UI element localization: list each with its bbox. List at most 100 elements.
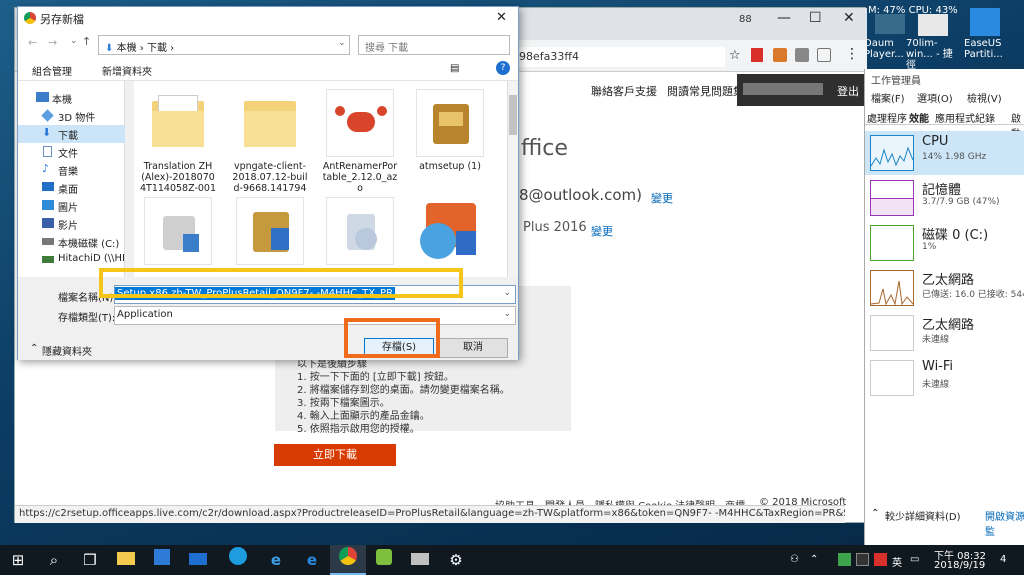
chevron-down-icon[interactable]: ⌄ [503,288,511,298]
perf-item-cpu[interactable]: CPU 14% 1.98 GHz [865,131,1024,175]
tray-app-icon[interactable] [838,553,851,566]
sidebar-item-desktop[interactable]: 桌面 [18,179,125,197]
close-icon[interactable]: ✕ [496,10,507,25]
perf-item-memory[interactable]: 記憶體 3.7/7.9 GB (47%) [865,176,1024,220]
task-view-icon[interactable]: ❒ [72,545,108,575]
desktop-icon-label[interactable]: EaseUS Partiti... [964,38,1020,60]
tray-app-icon[interactable] [874,553,887,566]
sidebar-item-local-disk[interactable]: 本機磁碟 (C:) [18,233,125,251]
extension-icon[interactable] [817,48,831,62]
tab-app-history[interactable]: 應用程式紀錄 [935,110,995,125]
people-icon[interactable]: ⚇ [790,554,799,565]
maximize-icon[interactable]: ☐ [809,10,822,26]
tray-app-icon[interactable] [856,553,869,566]
settings-icon[interactable]: ⚙ [438,545,474,575]
breadcrumb-item[interactable]: 下載 [147,43,167,54]
mail-icon[interactable] [180,545,216,575]
chrome-taskbar-icon[interactable] [330,545,366,575]
start-icon[interactable]: ⊞ [0,545,36,575]
extension-icon[interactable] [751,48,763,62]
installer-icon [416,89,484,157]
app-icon[interactable] [366,545,402,575]
easeus-icon[interactable] [970,8,1000,36]
chevron-down-icon[interactable]: ⌄ [338,38,346,48]
cancel-button[interactable]: 取消 [438,338,508,358]
hide-folders-button[interactable]: 隱藏資料夾 [42,343,92,358]
store-icon[interactable] [144,545,180,575]
ie-icon[interactable]: e [258,545,294,575]
edge-icon[interactable]: e [294,545,330,575]
open-resource-monitor-link[interactable]: 開啟資源監 [985,508,1024,538]
chevron-up-icon[interactable]: ⌃ [810,554,818,565]
sidebar-item-downloads[interactable]: 下載 [18,125,125,143]
search-icon[interactable]: ⌕ [36,545,72,575]
perf-item-wifi[interactable]: Wi-Fi 未連線 [865,356,1024,400]
chevron-down-icon[interactable]: ⌄ [503,309,511,319]
file-list-scrollbar[interactable] [507,81,518,277]
perf-item-ethernet[interactable]: 乙太網路 已傳送: 16.0 已接收: 544 [865,266,1024,310]
step-item: 3. 按兩下檔案圖示。 [297,398,390,409]
minimize-icon[interactable]: — [777,10,791,26]
sidebar-item-this-pc[interactable]: 本機 [18,89,125,107]
shortcut-icon[interactable] [918,14,948,36]
organize-button[interactable]: 組合管理 [32,63,72,78]
step-item: 2. 將檔案儲存到您的桌面。請勿變更檔案名稱。 [297,385,510,396]
bookmark-star-icon[interactable]: ☆ [729,48,741,63]
help-icon[interactable]: ? [496,61,510,75]
sidebar-item-network-drive[interactable]: HitachiD (\\HITA [18,251,125,269]
fewer-details-link[interactable]: 較少詳細資料(D) [885,508,961,523]
download-now-button[interactable]: 立即下載 [274,444,396,466]
chevron-up-icon[interactable]: ⌃ [30,343,38,354]
file-item[interactable]: vpngate-client-2018.07.12-buil d-9668.14… [230,85,310,194]
sign-out-link[interactable]: 登出 [837,83,859,99]
file-item[interactable]: AntRenamerPor table_2.12.0_az o [320,85,400,194]
desktop-icon-label[interactable]: Daum Player... [864,38,908,60]
menu-file[interactable]: 檔案(F) [871,90,905,105]
tab-processes[interactable]: 處理程序 [867,110,907,125]
up-arrow-icon[interactable]: ↑ [82,35,91,48]
breadcrumb-item[interactable]: 本機 [117,43,137,54]
breadcrumb[interactable]: ⬇ 本機 › 下載 › [98,35,350,55]
chevron-down-icon[interactable]: ⌄ [70,36,78,46]
close-icon[interactable]: ✕ [843,10,855,26]
clock-date[interactable]: 2018/9/19 [934,560,985,571]
network-icon[interactable]: ▭ [910,554,919,565]
perf-item-disk[interactable]: 磁碟 0 (C:) 1% [865,221,1024,265]
sidebar-item-videos[interactable]: 影片 [18,215,125,233]
notification-badge[interactable]: 4 [1000,554,1006,565]
skype-icon[interactable] [220,545,256,575]
sidebar-item-music[interactable]: 音樂 [18,161,125,179]
search-input[interactable]: 搜尋 下載 [358,35,510,55]
sidebar-item-pictures[interactable]: 圖片 [18,197,125,215]
change-link[interactable]: 變更 [651,190,673,206]
new-folder-button[interactable]: 新增資料夾 [102,63,152,78]
extension-icon[interactable] [795,48,809,62]
url-field[interactable]: 98efa33ff4 [513,47,725,67]
menu-options[interactable]: 選項(O) [917,90,953,105]
nav-link[interactable]: 閱讀常見問題集 [667,83,744,99]
sidebar-item-documents[interactable]: 文件 [18,143,125,161]
file-item[interactable]: Translation ZH (Alex)-2018070 4T114058Z-… [138,85,218,194]
filetype-select[interactable]: Application ⌄ [114,306,516,325]
step-item: 1. 按一下下面的 [立即下載] 按鈕。 [297,372,454,383]
sidebar-item-label: 音樂 [58,167,78,178]
file-item[interactable]: atmsetup (1) [410,85,490,191]
app-icon[interactable] [402,545,438,575]
menu-view[interactable]: 檢視(V) [967,90,1002,105]
chevron-up-icon[interactable]: ⌃ [871,508,879,519]
back-arrow-icon[interactable]: ← [28,36,37,49]
extension-icon[interactable] [773,48,787,62]
menu-icon[interactable]: ⋮ [845,46,859,62]
sidebar-item-3d-objects[interactable]: 3D 物件 [18,107,125,125]
nav-link[interactable]: 聯絡客戶支援 [591,83,657,99]
save-highlight [344,318,440,358]
change-link[interactable]: 變更 [591,223,613,239]
perf-item-ethernet2[interactable]: 乙太網路 未連線 [865,311,1024,355]
desktop-icon-label[interactable]: 70lim-win... - 捷徑 [906,38,962,71]
daum-player-icon[interactable] [875,14,905,34]
ime-indicator[interactable]: 英 [892,554,902,569]
explorer-icon[interactable] [108,545,144,575]
forward-arrow-icon[interactable]: → [48,36,57,49]
view-options-icon[interactable]: ▤ [450,63,459,74]
tab-performance[interactable]: 效能 [909,110,929,125]
